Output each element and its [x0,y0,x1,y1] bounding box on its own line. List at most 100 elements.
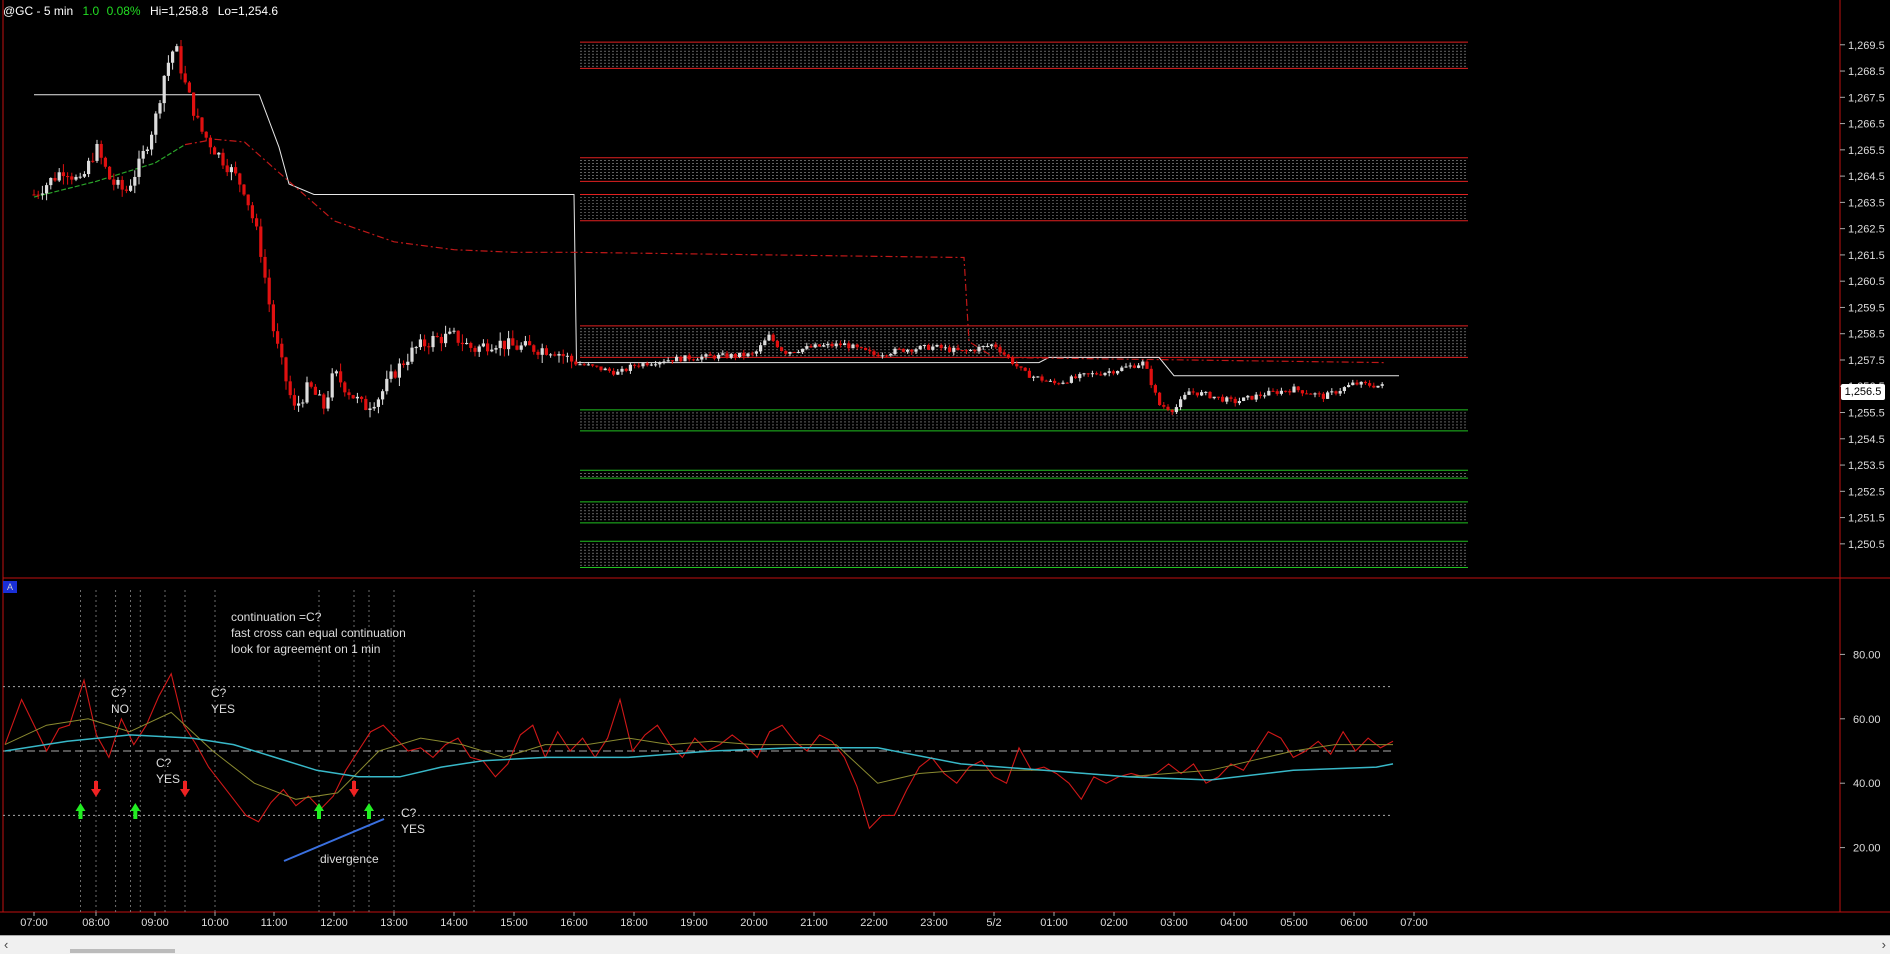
candle-body [116,179,120,185]
candle-body [582,364,586,366]
candle-body [628,364,632,371]
candle-body [397,363,401,378]
candle-body [368,408,372,411]
candle-body [267,277,271,305]
scroll-left-icon[interactable]: ‹ [4,937,8,952]
candle-body [1069,376,1073,383]
candle-body [1040,376,1044,381]
candle-body [112,179,116,185]
candle-body [1103,372,1107,376]
candle-body [1288,391,1292,393]
candle-body [523,341,527,346]
annotation-c-yes-2: C? [156,756,172,770]
candle-body [351,395,355,399]
candle-body [948,347,952,352]
price-tick-label: 1,262.5 [1848,224,1885,236]
candle-body [1036,376,1040,378]
annotation-yes-3: YES [401,822,425,836]
annotation-divergence: divergence [320,852,379,866]
candle-body [1019,366,1023,368]
candle-body [217,152,221,155]
price-tick-label: 1,255.5 [1848,408,1885,420]
candle-body [301,402,305,404]
candle-body [242,184,246,195]
candle-body [855,344,859,348]
candle-body [700,356,704,360]
candle-body [691,359,695,361]
candle-body [1137,365,1141,368]
change-percent: 0.08% [106,4,141,18]
price-tick-label: 1,251.5 [1848,513,1885,525]
candle-body [234,167,238,174]
candle-body [1296,386,1300,391]
candle-body [326,397,330,409]
candle-body [36,194,40,196]
candle-body [53,177,57,181]
subchart-badge[interactable]: A [3,581,17,593]
candle-body [498,340,502,349]
candle-body [1359,381,1363,385]
time-tick-label: 02:00 [1100,917,1128,929]
candle-body [1023,367,1027,371]
candle-body [1048,380,1052,382]
candle-body [40,193,44,195]
candle-body [465,342,469,345]
chart-canvas[interactable]: 1,269.5 1,268.5 1,267.5 1,266.5 1,265.5 1,264… [0,0,1890,935]
chart-window: 1,269.5 1,268.5 1,267.5 1,266.5 1,265.5 1,264… [0,0,1890,954]
candle-body [981,345,985,347]
annotation-c-yes-3: C? [401,806,417,820]
candle-body [612,370,616,375]
candle-body [763,340,767,346]
candle-body [704,354,708,357]
candle-body [675,356,679,362]
candle-body [343,382,347,393]
time-tick-label: 05:00 [1280,917,1308,929]
candle-body [687,355,691,360]
candle-body [246,194,250,206]
osc-tick-label: 60.00 [1853,714,1881,726]
time-tick-label: 07:00 [1400,917,1428,929]
sell-arrow-icon [180,781,190,797]
candle-body [1187,391,1191,395]
candle-body [1090,373,1094,375]
candle-body [1128,365,1132,367]
scroll-thumb[interactable] [70,949,175,953]
candle-body [725,353,729,358]
candle-body [994,344,998,348]
candle-body [385,378,389,392]
candle-body [607,368,611,371]
candle-body [859,347,863,349]
candle-body [280,343,284,358]
candle-body [1174,407,1178,413]
annotation-continuation: continuation =C? [231,610,322,624]
candle-body [918,345,922,350]
time-tick-label: 14:00 [440,917,468,929]
annotation-no: NO [111,702,129,716]
time-tick-label: 18:00 [620,917,648,929]
scroll-right-icon[interactable]: › [1882,937,1886,952]
candle-body [901,348,905,352]
candle-body [158,103,162,114]
candle-body [372,406,376,409]
candle-body [1111,371,1115,374]
candle-body [1099,374,1103,376]
candle-body [683,355,687,362]
candle-body [435,335,439,337]
candle-body [66,176,70,178]
candle-body [61,172,65,177]
time-tick-label: 5/2 [986,917,1001,929]
price-tick-label: 1,267.5 [1848,92,1885,104]
price-tick-label: 1,264.5 [1848,171,1885,183]
candle-body [1351,382,1355,386]
candle-body [78,176,82,178]
candle-body [712,355,716,359]
candle-body [292,395,296,406]
candle-body [511,338,515,346]
candle-body [1191,391,1195,393]
candle-body [460,342,464,345]
horizontal-scrollbar[interactable]: ‹ › [0,935,1890,954]
candle-body [742,352,746,357]
candle-body [129,185,133,191]
candle-body [1380,384,1384,386]
candle-body [633,364,637,366]
